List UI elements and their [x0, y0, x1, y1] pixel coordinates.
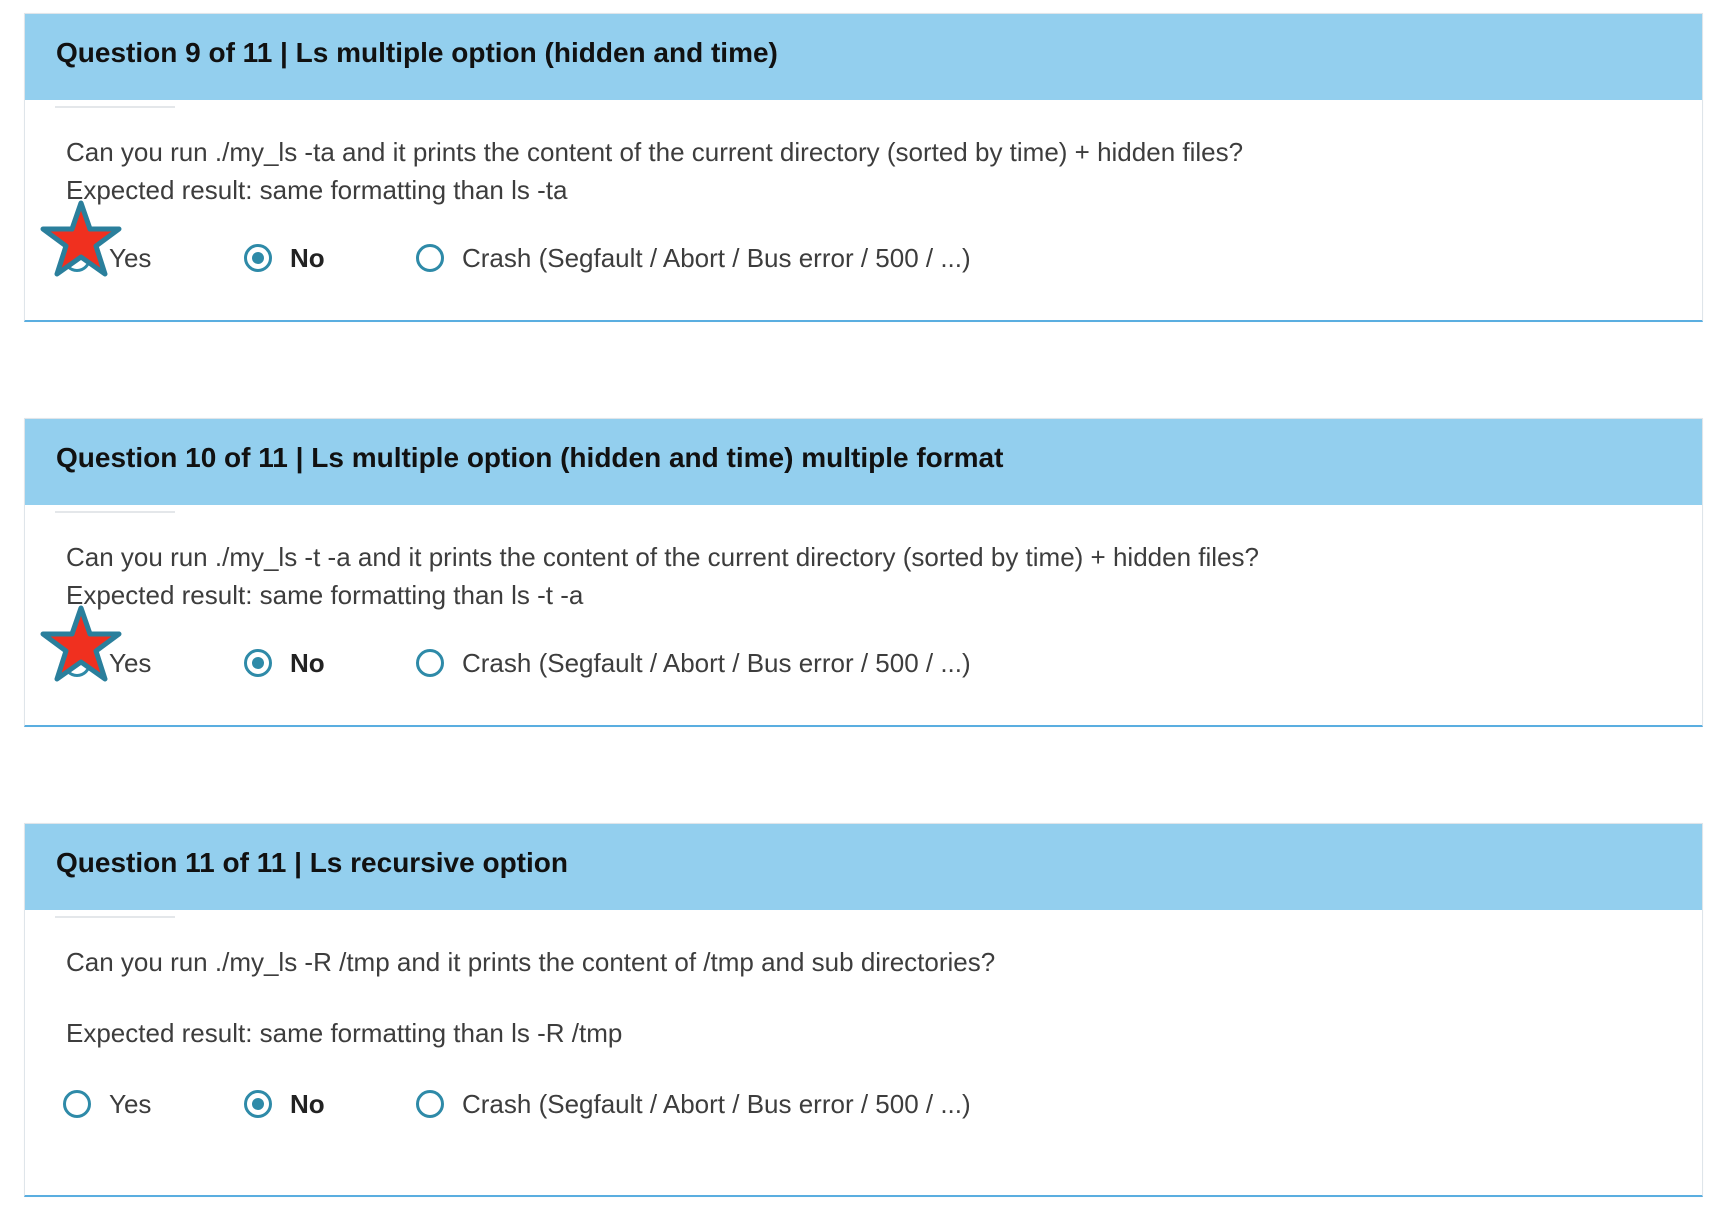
option-crash-label: Crash (Segfault / Abort / Bus error / 50… — [462, 242, 971, 273]
radio-icon[interactable] — [416, 1090, 444, 1118]
header-underline — [55, 511, 175, 513]
question-text-line: Can you run ./my_ls -t -a and it prints … — [66, 542, 1259, 572]
option-no[interactable]: No — [244, 236, 325, 280]
option-no[interactable]: No — [244, 641, 325, 685]
question-text-line: Can you run ./my_ls -ta and it prints th… — [66, 137, 1244, 167]
header-underline — [55, 916, 175, 918]
header-underline — [55, 106, 175, 108]
question-card-11: Question 11 of 11 | Ls recursive option … — [24, 823, 1703, 1197]
option-crash[interactable]: Crash (Segfault / Abort / Bus error / 50… — [416, 1082, 971, 1126]
option-crash-label: Crash (Segfault / Abort / Bus error / 50… — [462, 647, 971, 678]
option-yes[interactable]: Yes — [40, 200, 152, 280]
expected-result-text: Expected result: same formatting than ls… — [66, 580, 584, 610]
option-crash[interactable]: Crash (Segfault / Abort / Bus error / 50… — [416, 641, 971, 685]
option-no[interactable]: No — [244, 1082, 325, 1126]
question-text-line: Can you run ./my_ls -R /tmp and it print… — [66, 947, 996, 977]
answer-options: Yes No Crash (Segfault / Abort / Bus err… — [40, 200, 1063, 280]
question-header: Question 10 of 11 | Ls multiple option (… — [25, 419, 1702, 513]
question-header: Question 9 of 11 | Ls multiple option (h… — [25, 14, 1702, 108]
option-crash-label: Crash (Segfault / Abort / Bus error / 50… — [462, 1088, 971, 1119]
question-title: Question 11 of 11 | Ls recursive option — [56, 847, 568, 878]
answer-options: Yes No Crash (Segfault / Abort / Bus err… — [63, 1082, 1063, 1126]
question-title: Question 10 of 11 | Ls multiple option (… — [56, 442, 1004, 473]
option-yes-label: Yes — [109, 1088, 152, 1119]
radio-icon[interactable] — [416, 244, 444, 272]
radio-icon[interactable] — [244, 649, 272, 677]
option-yes-label: Yes — [109, 242, 152, 273]
question-card-9: Question 9 of 11 | Ls multiple option (h… — [24, 13, 1703, 322]
option-yes[interactable]: Yes — [40, 605, 152, 685]
question-card-10: Question 10 of 11 | Ls multiple option (… — [24, 418, 1703, 727]
radio-icon[interactable] — [63, 244, 91, 272]
radio-icon[interactable] — [244, 1090, 272, 1118]
option-no-label: No — [290, 647, 325, 678]
expected-result-text: Expected result: same formatting than ls… — [66, 1018, 623, 1048]
radio-icon[interactable] — [63, 649, 91, 677]
option-yes-label: Yes — [109, 647, 152, 678]
radio-icon[interactable] — [63, 1090, 91, 1118]
option-crash[interactable]: Crash (Segfault / Abort / Bus error / 50… — [416, 236, 971, 280]
question-header: Question 11 of 11 | Ls recursive option — [25, 824, 1702, 918]
option-no-label: No — [290, 1088, 325, 1119]
question-title: Question 9 of 11 | Ls multiple option (h… — [56, 37, 778, 68]
radio-icon[interactable] — [416, 649, 444, 677]
expected-result-text: Expected result: same formatting than ls… — [66, 175, 568, 205]
answer-options: Yes No Crash (Segfault / Abort / Bus err… — [40, 605, 1063, 685]
option-yes[interactable]: Yes — [63, 1082, 151, 1126]
radio-icon[interactable] — [244, 244, 272, 272]
option-no-label: No — [290, 242, 325, 273]
